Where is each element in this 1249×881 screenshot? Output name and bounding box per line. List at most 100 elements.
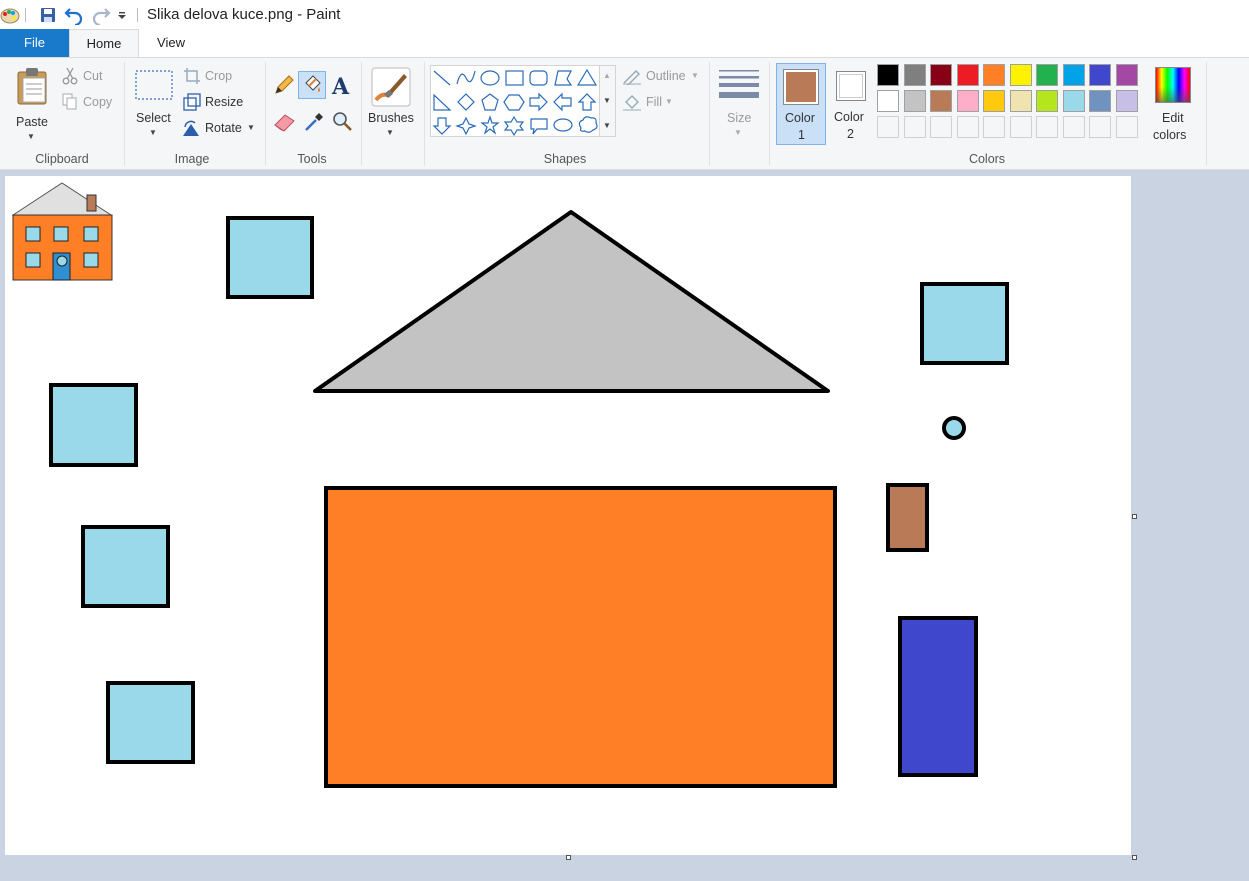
window-shape[interactable]	[49, 383, 138, 467]
tab-view[interactable]: View	[139, 29, 203, 57]
wall-rectangle-shape[interactable]	[324, 486, 837, 788]
line-shape[interactable]	[433, 70, 451, 86]
tab-home[interactable]: Home	[69, 29, 139, 58]
palette-swatch[interactable]	[956, 64, 979, 86]
palette-swatch[interactable]	[1062, 90, 1085, 112]
drawing-canvas[interactable]	[5, 176, 1131, 855]
undo-icon[interactable]	[64, 5, 84, 27]
select-button[interactable]: Select ▼	[132, 64, 176, 142]
five-point-star-shape[interactable]	[480, 115, 500, 135]
palette-swatch[interactable]	[1115, 90, 1138, 112]
window-shape[interactable]	[106, 681, 195, 764]
doorknob-circle-shape[interactable]	[942, 416, 966, 440]
cut-button[interactable]: Cut	[62, 66, 120, 86]
custom-color-slot[interactable]	[983, 116, 1005, 138]
magnifier-tool[interactable]	[330, 109, 354, 133]
oval-shape[interactable]	[480, 70, 500, 86]
paste-button[interactable]: Paste ▼	[8, 62, 56, 142]
cloud-callout-shape[interactable]	[578, 116, 598, 133]
oval-callout-shape[interactable]	[553, 118, 573, 132]
custom-color-slot[interactable]	[1009, 116, 1032, 138]
rectangle-shape[interactable]	[505, 70, 524, 86]
palette-swatch[interactable]	[1089, 90, 1111, 112]
palette-swatch[interactable]	[983, 90, 1005, 112]
palette-swatch[interactable]	[1089, 64, 1111, 86]
rounded-callout-shape[interactable]	[530, 118, 548, 135]
custom-color-slot[interactable]	[1115, 116, 1138, 138]
tab-file[interactable]: File	[0, 29, 69, 57]
right-triangle-shape[interactable]	[433, 93, 452, 111]
color2-button[interactable]: Color 2	[828, 63, 874, 145]
palette-swatch[interactable]	[983, 64, 1005, 86]
palette-swatch[interactable]	[903, 64, 926, 86]
door-shape[interactable]	[898, 616, 978, 777]
customize-qat-icon[interactable]	[117, 10, 127, 20]
group-separator	[424, 62, 425, 166]
down-arrow-shape[interactable]	[432, 117, 452, 135]
shapes-scrollbar[interactable]: ▲ ▼ ▼	[600, 65, 616, 137]
canvas-resize-handle-corner[interactable]	[1132, 855, 1137, 860]
text-tool[interactable]: A	[330, 73, 354, 100]
palette-swatch[interactable]	[956, 90, 979, 112]
palette-swatch[interactable]	[930, 90, 952, 112]
four-point-star-shape[interactable]	[455, 116, 477, 136]
left-arrow-shape[interactable]	[553, 92, 572, 112]
chimney-shape[interactable]	[886, 483, 929, 552]
palette-swatch[interactable]	[877, 90, 899, 112]
color-picker-tool[interactable]	[302, 109, 326, 133]
custom-color-slot[interactable]	[1062, 116, 1085, 138]
palette-swatch[interactable]	[1062, 64, 1085, 86]
roof-triangle-shape[interactable]	[310, 206, 835, 396]
polygon-shape[interactable]	[554, 70, 573, 86]
color2-label-line1: Color	[834, 110, 864, 124]
custom-color-slot[interactable]	[903, 116, 926, 138]
up-arrow-shape[interactable]	[577, 93, 597, 111]
outline-button[interactable]: Outline ▼	[622, 66, 702, 87]
hexagon-shape[interactable]	[503, 94, 525, 111]
window-shape[interactable]	[226, 216, 314, 299]
window-shape[interactable]	[920, 282, 1009, 365]
palette-swatch[interactable]	[903, 90, 926, 112]
expand-gallery-icon[interactable]: ▼	[603, 121, 611, 130]
palette-swatch[interactable]	[1009, 64, 1032, 86]
pencil-tool[interactable]	[272, 73, 296, 97]
size-button[interactable]: Size ▼	[716, 64, 762, 144]
pentagon-shape[interactable]	[481, 93, 499, 111]
edit-colors-button[interactable]: Edit colors	[1150, 64, 1198, 146]
custom-color-slot[interactable]	[1089, 116, 1111, 138]
curve-shape[interactable]	[456, 70, 476, 85]
right-arrow-shape[interactable]	[529, 92, 548, 112]
palette-swatch[interactable]	[1115, 64, 1138, 86]
color1-button[interactable]: Color 1	[776, 63, 826, 145]
paint-app-icon[interactable]	[0, 5, 20, 25]
diamond-shape[interactable]	[457, 93, 475, 111]
custom-color-slot[interactable]	[1036, 116, 1058, 138]
copy-button[interactable]: Copy	[62, 92, 120, 112]
rotate-button[interactable]: Rotate ▼	[181, 118, 257, 138]
custom-color-slot[interactable]	[877, 116, 899, 138]
palette-swatch[interactable]	[930, 64, 952, 86]
eraser-tool[interactable]	[272, 109, 298, 133]
fill-tool[interactable]	[298, 71, 326, 99]
window-shape[interactable]	[81, 525, 170, 608]
redo-icon[interactable]	[91, 5, 111, 27]
custom-color-slot[interactable]	[956, 116, 979, 138]
brushes-button[interactable]: Brushes ▼	[366, 64, 416, 144]
scroll-up-icon[interactable]: ▲	[603, 71, 611, 80]
save-icon[interactable]	[39, 6, 57, 24]
resize-button[interactable]: Resize	[183, 92, 249, 112]
custom-color-slot[interactable]	[930, 116, 952, 138]
canvas-resize-handle-right[interactable]	[1132, 514, 1137, 519]
rounded-rectangle-shape[interactable]	[529, 70, 548, 86]
canvas-resize-handle-bottom[interactable]	[566, 855, 571, 860]
fill-button[interactable]: Fill ▼	[622, 92, 682, 112]
group-separator	[361, 62, 362, 166]
palette-swatch[interactable]	[1036, 90, 1058, 112]
six-point-star-shape[interactable]	[503, 115, 525, 137]
palette-swatch[interactable]	[877, 64, 899, 86]
triangle-shape[interactable]	[576, 68, 598, 86]
scroll-down-icon[interactable]: ▼	[603, 96, 611, 105]
palette-swatch[interactable]	[1009, 90, 1032, 112]
crop-button[interactable]: Crop	[183, 66, 243, 86]
palette-swatch[interactable]	[1036, 64, 1058, 86]
